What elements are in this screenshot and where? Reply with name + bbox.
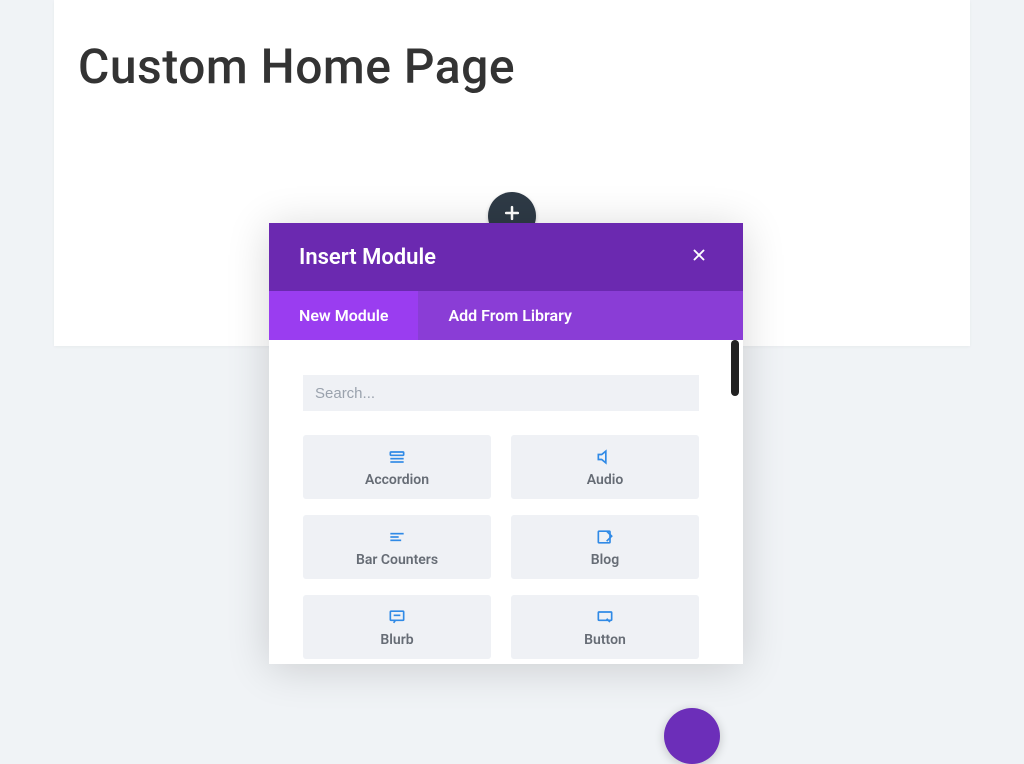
modal-header: Insert Module <box>269 223 743 291</box>
module-label: Audio <box>587 472 624 488</box>
module-label: Blurb <box>380 632 413 648</box>
blurb-icon <box>386 606 408 628</box>
module-card-audio[interactable]: Audio <box>511 435 699 499</box>
module-card-bar-counters[interactable]: Bar Counters <box>303 515 491 579</box>
tab-add-from-library[interactable]: Add From Library <box>418 291 601 340</box>
accordion-icon <box>386 446 408 468</box>
floating-action-button[interactable] <box>664 708 720 764</box>
tab-label: New Module <box>299 306 388 325</box>
module-label: Accordion <box>365 472 429 488</box>
module-label: Bar Counters <box>356 552 438 568</box>
module-label: Button <box>584 632 626 648</box>
blog-icon <box>594 526 616 548</box>
module-card-blurb[interactable]: Blurb <box>303 595 491 659</box>
module-card-blog[interactable]: Blog <box>511 515 699 579</box>
bar-counters-icon <box>386 526 408 548</box>
button-icon <box>594 606 616 628</box>
module-label: Blog <box>591 552 619 568</box>
scrollbar-thumb[interactable] <box>731 340 739 396</box>
insert-module-modal: Insert Module New Module Add From Librar… <box>269 223 743 664</box>
page-title: Custom Home Page <box>54 0 970 95</box>
close-button[interactable] <box>683 241 715 273</box>
modal-tabs: New Module Add From Library <box>269 291 743 340</box>
audio-icon <box>594 446 616 468</box>
modal-title: Insert Module <box>299 245 436 270</box>
search-input[interactable] <box>303 375 699 411</box>
module-grid: Accordion Audio Bar Counters Blog <box>303 435 709 659</box>
module-card-accordion[interactable]: Accordion <box>303 435 491 499</box>
close-icon <box>690 246 708 268</box>
tab-new-module[interactable]: New Module <box>269 291 418 340</box>
modal-body: Accordion Audio Bar Counters Blog <box>269 340 743 664</box>
tab-label: Add From Library <box>448 306 571 325</box>
module-card-button[interactable]: Button <box>511 595 699 659</box>
